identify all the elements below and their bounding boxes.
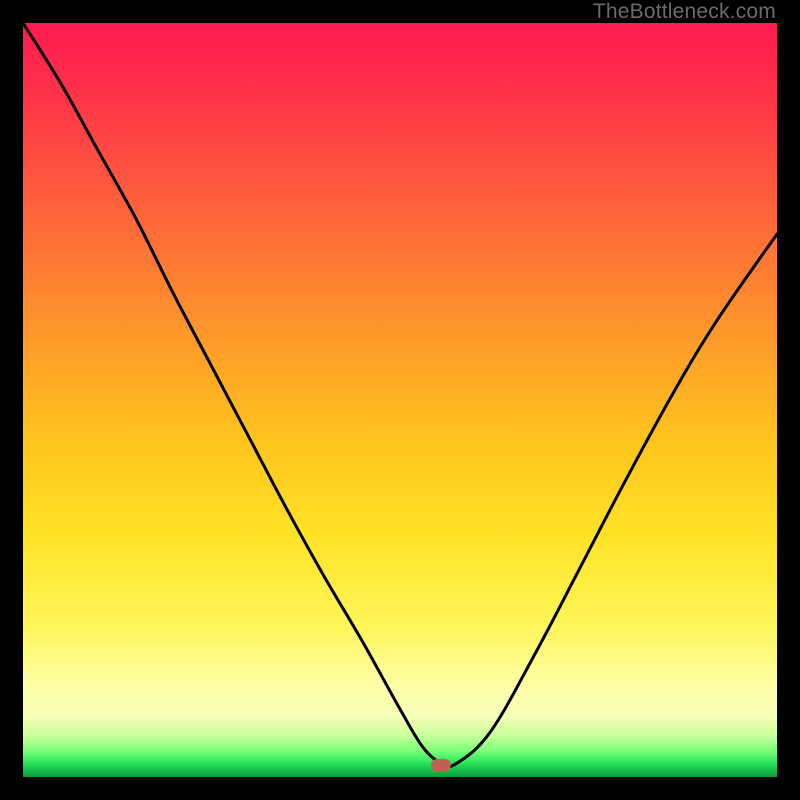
- watermark-text: TheBottleneck.com: [593, 0, 776, 24]
- chart-frame: [23, 23, 777, 777]
- curve-path: [23, 23, 777, 767]
- optimal-point-marker: [431, 759, 451, 771]
- bottleneck-curve: [23, 23, 777, 777]
